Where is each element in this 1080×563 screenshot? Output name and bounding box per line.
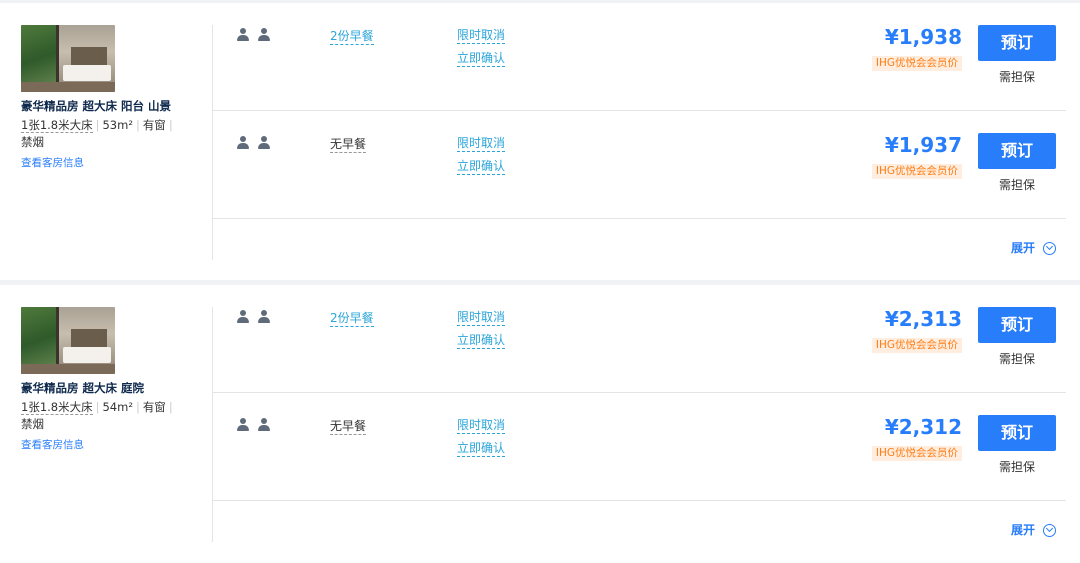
guest-capacity — [236, 136, 276, 150]
cancel-policy[interactable]: 限时取消 — [457, 309, 506, 326]
room-name: 豪华精品房 超大床 阳台 山景 — [21, 99, 172, 113]
price: ¥1,937 — [884, 133, 962, 157]
expand-label: 展开 — [1010, 523, 1035, 537]
window-info: 有窗 — [142, 118, 166, 132]
cancel-policy[interactable]: 限时取消 — [457, 417, 506, 434]
person-icon — [257, 418, 270, 432]
instant-confirm[interactable]: 立即确认 — [457, 332, 506, 349]
price: ¥2,312 — [884, 415, 962, 439]
meal-plan[interactable]: 2份早餐 — [330, 310, 374, 327]
book-button[interactable]: 预订 — [978, 25, 1056, 61]
cancel-policy[interactable]: 限时取消 — [457, 27, 506, 44]
book-button[interactable]: 预订 — [978, 133, 1056, 169]
guarantee-note: 需担保 — [998, 460, 1035, 474]
room-photo[interactable] — [21, 307, 115, 374]
price: ¥1,938 — [884, 25, 962, 49]
guarantee-note: 需担保 — [998, 352, 1035, 366]
instant-confirm[interactable]: 立即确认 — [457, 158, 506, 175]
rate-row: 无早餐 限时取消 立即确认 ¥2,312 IHG优悦会会员价 预订 需担保 — [213, 393, 1066, 501]
room-photo[interactable] — [21, 25, 115, 92]
book-button[interactable]: 预订 — [978, 415, 1056, 451]
room-info: 豪华精品房 超大床 阳台 山景 1张1.8米大床 | 53m² | 有窗 | 禁烟 查看客… — [21, 25, 201, 170]
smoking-policy: 禁烟 — [21, 135, 44, 149]
person-icon — [236, 28, 249, 42]
policy-info: 限时取消 立即确认 — [457, 27, 506, 73]
member-price-badge: IHG优悦会会员价 — [871, 338, 962, 353]
bed-type: 1张1.8米大床 — [21, 118, 93, 133]
row-divider — [213, 218, 1066, 219]
policy-info: 限时取消 立即确认 — [457, 135, 506, 181]
expand-button[interactable]: 展开 — [1011, 522, 1056, 538]
member-price-badge: IHG优悦会会员价 — [871, 164, 962, 179]
cancel-policy[interactable]: 限时取消 — [457, 135, 506, 152]
chevron-down-circle-icon — [1043, 523, 1056, 537]
guarantee-note: 需担保 — [998, 178, 1035, 192]
guarantee-note: 需担保 — [998, 70, 1035, 84]
row-divider — [213, 500, 1066, 501]
member-price-badge: IHG优悦会会员价 — [871, 446, 962, 461]
person-icon — [236, 418, 249, 432]
member-price-badge: IHG优悦会会员价 — [871, 56, 962, 71]
policy-info: 限时取消 立即确认 — [457, 309, 506, 355]
chevron-down-circle-icon — [1043, 241, 1056, 255]
person-icon — [236, 310, 249, 324]
room-name: 豪华精品房 超大床 庭院 — [21, 381, 145, 395]
person-icon — [257, 28, 270, 42]
person-icon — [257, 310, 270, 324]
room-info: 豪华精品房 超大床 庭院 1张1.8米大床 | 54m² | 有窗 | 禁烟 查看客房信息 — [21, 307, 201, 452]
view-room-info-link[interactable]: 查看客房信息 — [21, 156, 201, 170]
bed-type: 1张1.8米大床 — [21, 400, 93, 415]
book-button[interactable]: 预订 — [978, 307, 1056, 343]
room-list: 豪华精品房 超大床 阳台 山景 1张1.8米大床 | 53m² | 有窗 | 禁烟 查看客… — [0, 0, 1080, 563]
rate-row: 无早餐 限时取消 立即确认 ¥1,937 IHG优悦会会员价 预订 需担保 — [213, 111, 1066, 219]
meal-plan[interactable]: 无早餐 — [330, 418, 367, 435]
expand-label: 展开 — [1010, 241, 1035, 255]
guest-capacity — [236, 418, 276, 432]
meal-plan[interactable]: 无早餐 — [330, 136, 367, 153]
price: ¥2,313 — [884, 307, 962, 331]
person-icon — [236, 136, 249, 150]
instant-confirm[interactable]: 立即确认 — [457, 50, 506, 67]
smoking-policy: 禁烟 — [21, 417, 44, 431]
room-card: 豪华精品房 超大床 庭院 1张1.8米大床 | 54m² | 有窗 | 禁烟 查看客房信息… — [0, 285, 1080, 563]
room-area: 53m² — [102, 118, 133, 132]
room-area: 54m² — [102, 400, 133, 414]
instant-confirm[interactable]: 立即确认 — [457, 440, 506, 457]
view-room-info-link[interactable]: 查看客房信息 — [21, 438, 201, 452]
guest-capacity — [236, 28, 276, 42]
room-card: 豪华精品房 超大床 阳台 山景 1张1.8米大床 | 53m² | 有窗 | 禁烟 查看客… — [0, 3, 1080, 280]
window-info: 有窗 — [142, 400, 166, 414]
expand-button[interactable]: 展开 — [1011, 240, 1056, 256]
guest-capacity — [236, 310, 276, 324]
rate-row: 2份早餐 限时取消 立即确认 ¥2,313 IHG优悦会会员价 预订 需担保 — [213, 285, 1066, 393]
room-attributes: 1张1.8米大床 | 53m² | 有窗 | 禁烟 — [21, 118, 173, 149]
policy-info: 限时取消 立即确认 — [457, 417, 506, 463]
person-icon — [257, 136, 270, 150]
meal-plan[interactable]: 2份早餐 — [330, 28, 374, 45]
rate-row: 2份早餐 限时取消 立即确认 ¥1,938 IHG优悦会会员价 预订 需担保 — [213, 3, 1066, 111]
room-attributes: 1张1.8米大床 | 54m² | 有窗 | 禁烟 — [21, 400, 173, 431]
